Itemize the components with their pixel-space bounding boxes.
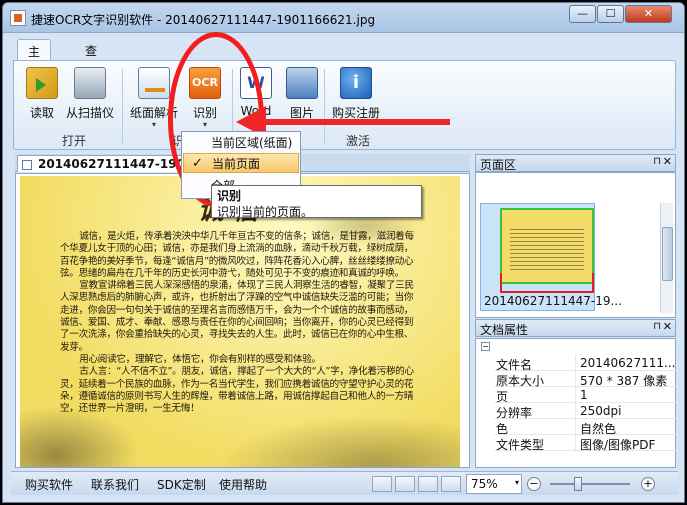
view-list-icon[interactable] (441, 476, 461, 492)
props-panel-header: 文档属性 ⊓ ✕ (475, 319, 676, 337)
pin-icon[interactable]: ⊓ (653, 156, 661, 167)
help-link[interactable]: 使用帮助 (219, 476, 267, 493)
close-icon[interactable]: ✕ (663, 155, 672, 168)
maximize-button[interactable]: ☐ (597, 5, 624, 23)
scrollbar-thumb[interactable] (662, 227, 673, 281)
group-divider (324, 69, 325, 143)
close-button[interactable]: ✕ (625, 5, 672, 23)
tab-view[interactable]: 查看 (75, 39, 107, 75)
read-button[interactable]: 读取 (26, 67, 58, 121)
menu-item-current-region[interactable]: 当前区域(纸面) (183, 133, 299, 153)
pages-panel-header: 页面区 ⊓ ✕ (475, 154, 676, 172)
check-icon: ✓ (192, 156, 203, 171)
scan-paragraph: 宣教宣讲绵着三民人深深感悟的泉涌，体现了三民人洞察生活的睿智，凝聚了三民人深思熟… (60, 280, 414, 353)
props-panel: − 文件名 20140627111... 原本大小 570 * 387 像素 页1 … (475, 338, 676, 468)
scan-button[interactable]: 从扫描仪 (66, 67, 114, 121)
contact-us-link[interactable]: 联系我们 (91, 476, 139, 493)
buy-software-link[interactable]: 购买软件 (25, 476, 73, 493)
props-panel-title: 文档属性 (480, 323, 529, 337)
prop-divider (575, 371, 576, 387)
document-icon (22, 160, 32, 170)
close-icon[interactable]: ✕ (663, 320, 672, 333)
read-label: 读取 (29, 106, 54, 120)
menu-item-current-page-label: 当前页面 (212, 157, 261, 171)
prop-row: 页1 (494, 387, 676, 404)
scan-label: 从扫描仪 (66, 106, 115, 120)
prop-divider (575, 419, 576, 435)
scan-text: 诚信，是火炬，传承着泱泱中华几千年亘古不变的信条；诚信，是甘露，滋润着每个华夏儿… (60, 231, 422, 415)
scan-paragraph: 用心阅读它，理解它，体悟它，你会有别样的感受和体验。 (79, 353, 321, 365)
tooltip-body: 识别当前的页面。 (217, 205, 314, 219)
prop-value: 20140627111... (580, 356, 676, 370)
annotation-arrow (262, 119, 450, 125)
prop-row: 文件类型 图像/图像PDF (494, 435, 676, 452)
zoom-slider-track[interactable] (550, 483, 630, 485)
pages-panel: 20140627111447-19... (475, 172, 676, 318)
open-folder-icon (26, 67, 58, 99)
collapse-icon[interactable]: − (481, 342, 490, 351)
prop-value: 1 (580, 388, 588, 402)
prop-row: 文件名 20140627111... (494, 355, 676, 372)
zoom-value: 75% (471, 477, 498, 491)
page-layout-icon (138, 67, 170, 99)
group-label-activate: 激活 (346, 134, 371, 148)
tooltip-title: 识别 (217, 189, 242, 203)
tab-home[interactable]: 主页 (17, 39, 52, 76)
picture-icon (286, 67, 318, 99)
prop-row: 色自然色 (494, 419, 676, 436)
status-bar: 购买软件 联系我们 SDK定制 使用帮助 75% ▾ − + (11, 471, 678, 495)
group-divider (122, 69, 123, 143)
zoom-select[interactable]: 75% ▾ (466, 474, 522, 494)
annotation-highlight (500, 273, 594, 293)
ribbon: 读取 从扫描仪 纸面解析 ▾ OCR 识别 ▾ W Word 图片 i 购买注册… (13, 60, 676, 150)
view-text-icon[interactable] (418, 476, 438, 492)
prop-divider (575, 355, 576, 371)
view-image-icon[interactable] (372, 476, 392, 492)
pages-scrollbar[interactable] (660, 203, 673, 313)
register-button[interactable]: i 购买注册 (332, 67, 380, 121)
view-split-icon[interactable] (395, 476, 415, 492)
prop-divider (575, 387, 576, 403)
ink-landscape-decoration (220, 416, 460, 467)
tooltip: 识别 识别当前的页面。 (211, 185, 422, 219)
app-window: 捷速OCR文字识别软件 - 20140627111447-1901166621.… (2, 2, 685, 503)
prop-row: 原本大小 570 * 387 像素 (494, 371, 676, 388)
prop-divider (575, 403, 576, 419)
minimize-button[interactable]: — (569, 5, 596, 23)
sdk-custom-link[interactable]: SDK定制 (157, 476, 206, 493)
title-bar: 捷速OCR文字识别软件 - 20140627111447-1901166621.… (3, 3, 684, 33)
chevron-down-icon: ▾ (514, 478, 519, 487)
group-label-open: 打开 (62, 134, 87, 148)
zoom-slider-thumb[interactable] (574, 477, 582, 491)
thumbnail-text-lines (510, 226, 584, 270)
prop-key: 文件类型 (496, 438, 545, 452)
pin-icon[interactable]: ⊓ (653, 321, 661, 332)
zoom-out-icon[interactable]: − (527, 477, 541, 491)
scan-paragraph: 古人言：“人不信不立”。朋友，诚信，撑起了一个大大的“人”字，净化着污秽的心灵，… (60, 366, 414, 415)
image-export-button[interactable]: 图片 (286, 67, 318, 121)
thumbnail-caption: 20140627111447-19... (484, 294, 622, 308)
prop-value: 图像/图像PDF (580, 438, 656, 452)
app-icon (10, 10, 26, 26)
scan-paragraph: 诚信，是火炬，传承着泱泱中华几千年亘古不变的信条；诚信，是甘露，滋润着每个华夏儿… (60, 231, 414, 279)
prop-value: 250dpi (580, 404, 622, 418)
prop-row: 分辨率 250dpi (494, 403, 676, 420)
zoom-in-icon[interactable]: + (641, 477, 655, 491)
info-icon: i (340, 67, 372, 99)
pages-panel-title: 页面区 (480, 158, 517, 172)
menu-item-current-page[interactable]: ✓ 当前页面 (183, 153, 299, 173)
prop-divider (575, 435, 576, 451)
scanner-icon (74, 67, 106, 99)
window-title: 捷速OCR文字识别软件 - 20140627111447-1901166621.… (31, 13, 376, 27)
